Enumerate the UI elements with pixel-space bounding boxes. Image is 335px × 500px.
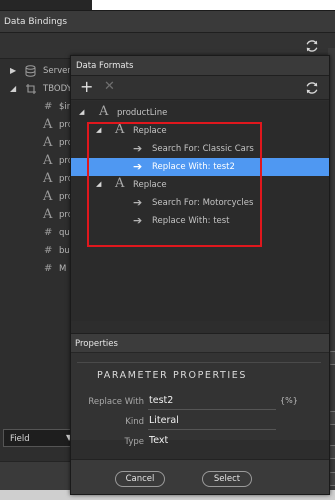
replace-with-label: Replace With — [88, 397, 144, 407]
cancel-button[interactable]: Cancel — [115, 471, 165, 487]
tree-item-field[interactable]: A pro — [0, 206, 73, 224]
input-underline — [148, 409, 276, 410]
data-bindings-tree: ▶ Server ◢ TBODY # $ir A pro A pro A pro… — [0, 59, 73, 419]
collapse-arrow-icon[interactable]: ◢ — [79, 108, 84, 116]
parameter-properties-heading: PARAMETER PROPERTIES — [97, 370, 248, 381]
tree-item-search-for[interactable]: ➔ Search For: Motorcycles — [71, 194, 329, 212]
dialog-toolbar: + ✕ — [71, 76, 329, 100]
dialog-footer: Cancel Select — [71, 459, 329, 494]
input-underline — [148, 429, 276, 430]
tree-item-label: Replace With: test2 — [152, 162, 235, 172]
collapse-arrow-icon[interactable]: ◢ — [96, 126, 101, 134]
hash-icon: # — [44, 227, 53, 238]
arrow-right-icon: ➔ — [133, 196, 143, 209]
tree-item-server[interactable]: ▶ Server — [0, 62, 72, 80]
text-icon: A — [115, 122, 125, 137]
add-format-button[interactable]: + — [80, 79, 93, 95]
tree-item-field[interactable]: # bu — [0, 242, 72, 260]
arrow-right-icon: ➔ — [133, 142, 143, 155]
app-top-strip — [0, 0, 335, 10]
hash-icon: # — [44, 101, 53, 112]
data-bindings-header: Data Bindings — [0, 11, 335, 33]
field-type-select[interactable]: Field ▼ — [3, 429, 75, 447]
properties-header: Properties — [71, 334, 329, 353]
arrow-right-icon: ➔ — [133, 160, 143, 173]
remove-format-button[interactable]: ✕ — [104, 79, 115, 95]
replace-with-value[interactable]: test2 — [149, 395, 173, 406]
tree-item-label: Server — [43, 66, 71, 76]
hash-icon: # — [44, 245, 53, 256]
text-icon: A — [43, 153, 53, 168]
type-label: Type — [124, 437, 144, 447]
collapse-arrow-icon[interactable]: ◢ — [96, 180, 101, 188]
text-icon: A — [99, 104, 109, 119]
text-icon: A — [43, 135, 53, 150]
type-value[interactable]: Text — [149, 435, 168, 446]
tree-item-label: Replace With: test — [152, 216, 230, 226]
tree-item-field[interactable]: A pro — [0, 116, 73, 134]
text-icon: A — [43, 207, 53, 222]
tree-item-replace-with[interactable]: ➔ Replace With: test2 — [71, 158, 329, 176]
arrow-right-icon: ➔ — [133, 214, 143, 227]
tree-item-field[interactable]: # qu — [0, 224, 72, 242]
collapse-arrow-icon[interactable]: ◢ — [10, 84, 16, 93]
dynamic-data-icon[interactable]: {%} — [280, 396, 298, 405]
kind-label: Kind — [125, 417, 144, 427]
tree-item-label: Search For: Classic Cars — [152, 144, 254, 154]
text-icon: A — [43, 189, 53, 204]
database-icon — [25, 65, 36, 77]
tree-item-search-for[interactable]: ➔ Search For: Classic Cars — [71, 140, 329, 158]
refresh-icon[interactable] — [303, 37, 321, 55]
tree-group-label: Replace — [133, 126, 167, 136]
table-loop-icon — [26, 84, 36, 94]
properties-panel: Properties PARAMETER PROPERTIES Replace … — [71, 333, 329, 447]
divider — [77, 362, 321, 363]
tree-item-field[interactable]: A pro — [0, 188, 73, 206]
field-type-value: Field — [10, 434, 30, 444]
tree-item-label: TBODY — [43, 84, 72, 94]
hash-icon: # — [44, 263, 53, 274]
data-formats-dialog: Data Formats + ✕ ◢ A productLine ◢ A Rep… — [70, 55, 330, 495]
tree-item-field[interactable]: # M — [0, 260, 72, 278]
tree-item-label: qu — [59, 228, 70, 238]
select-button[interactable]: Select — [202, 471, 252, 487]
dialog-header: Data Formats — [71, 56, 329, 76]
tree-item-replace-with[interactable]: ➔ Replace With: test — [71, 212, 329, 230]
data-bindings-title: Data Bindings — [4, 17, 68, 27]
tree-item-label: Search For: Motorcycles — [152, 198, 254, 208]
tree-group-label: Replace — [133, 180, 167, 190]
text-icon: A — [43, 171, 53, 186]
text-icon: A — [43, 117, 53, 132]
tree-group-replace[interactable]: ◢ A Replace — [71, 176, 329, 194]
tree-item-field[interactable]: A pro — [0, 152, 73, 170]
dialog-title: Data Formats — [76, 61, 134, 71]
properties-title: Properties — [75, 339, 118, 349]
tree-item-label: M — [59, 264, 67, 274]
tree-item-label: bu — [59, 246, 70, 256]
text-icon: A — [115, 176, 125, 191]
tree-item-field[interactable]: A pro — [0, 134, 73, 152]
tree-item-field[interactable]: A pro — [0, 170, 73, 188]
tree-item-field[interactable]: # $ir — [0, 98, 72, 116]
expand-arrow-icon[interactable]: ▶ — [10, 66, 16, 75]
tree-root-label: productLine — [117, 108, 168, 118]
tree-item-tbody[interactable]: ◢ TBODY — [0, 80, 72, 98]
refresh-icon[interactable] — [303, 79, 321, 97]
tree-group-replace[interactable]: ◢ A Replace — [71, 122, 329, 140]
kind-value[interactable]: Literal — [149, 415, 179, 426]
tree-item-label: $ir — [59, 102, 71, 112]
tree-root-productline[interactable]: ◢ A productLine — [71, 104, 329, 122]
formats-tree: ◢ A productLine ◢ A Replace ➔ Search For… — [71, 101, 329, 321]
